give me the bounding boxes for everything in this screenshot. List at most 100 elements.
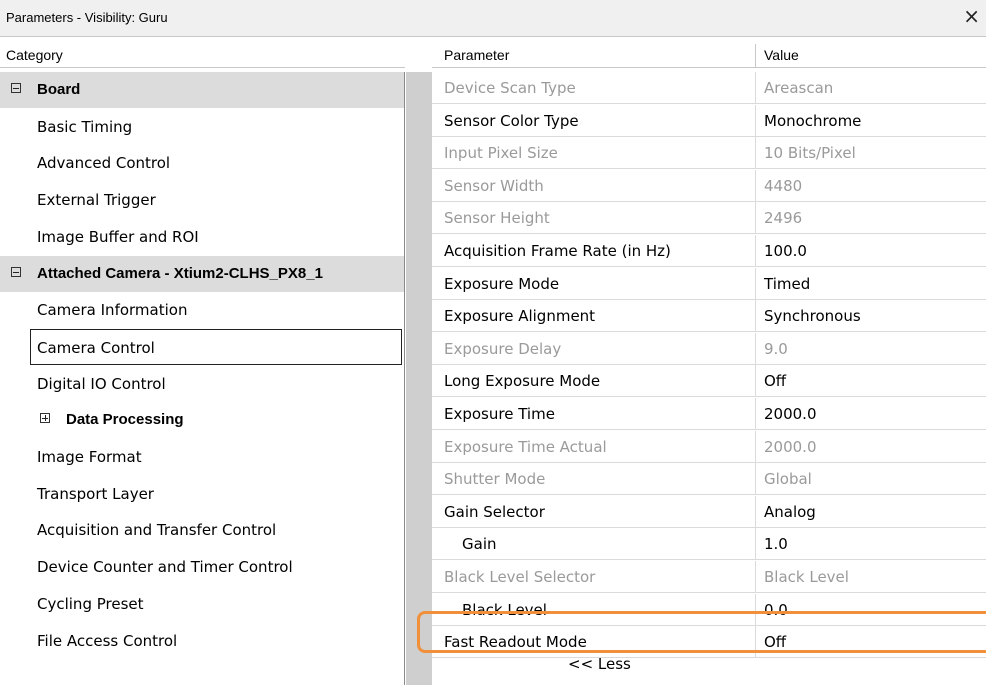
parameter-row[interactable]: Black Level Selector Black Level [432, 561, 986, 593]
parameter-row[interactable]: Exposure Time Actual 2000.0 [432, 431, 986, 463]
parameter-row[interactable]: Sensor Width 4480 [432, 170, 986, 202]
category-item[interactable]: Basic Timing [0, 109, 404, 145]
parameter-value[interactable]: 100.0 [764, 242, 807, 260]
parameter-value[interactable]: Synchronous [764, 307, 861, 325]
parameter-value: 4480 [764, 177, 803, 195]
collapse-minus-icon[interactable] [11, 267, 21, 277]
parameter-row[interactable]: Sensor Height 2496 [432, 202, 986, 234]
parameter-row[interactable]: Exposure Delay 9.0 [432, 333, 986, 365]
cell-separator [755, 268, 756, 300]
collapse-minus-icon[interactable] [11, 83, 21, 93]
category-item[interactable]: Image Buffer and ROI [0, 219, 404, 255]
category-label: Device Counter and Timer Control [37, 558, 293, 576]
category-item[interactable]: Camera Information [0, 292, 404, 328]
category-item[interactable]: External Trigger [0, 182, 404, 218]
category-label: External Trigger [37, 191, 156, 209]
parameter-value: 9.0 [764, 340, 788, 358]
category-label: Cycling Preset [37, 595, 144, 613]
category-item[interactable]: Camera Control [30, 329, 402, 365]
parameter-row[interactable]: Gain Selector Analog [432, 496, 986, 528]
parameter-name: Black Level Selector [444, 568, 596, 586]
cell-separator [755, 235, 756, 267]
cell-separator [755, 528, 756, 560]
category-item[interactable]: Cycling Preset [0, 586, 404, 622]
category-item[interactable]: Digital IO Control [0, 366, 404, 402]
cell-separator [755, 561, 756, 593]
parameter-value[interactable]: 2000.0 [764, 405, 817, 423]
parameter-name: Shutter Mode [444, 470, 546, 488]
cell-separator [755, 463, 756, 495]
category-label: Image Buffer and ROI [37, 228, 199, 246]
parameter-value[interactable]: 0.0 [764, 601, 788, 619]
parameter-name: Gain Selector [444, 503, 545, 521]
column-separator[interactable] [755, 44, 756, 68]
cell-separator [755, 333, 756, 365]
parameter-value: 10 Bits/Pixel [764, 144, 856, 162]
parameter-value: Black Level [764, 568, 849, 586]
parameter-value[interactable]: Off [764, 372, 786, 390]
parameter-row[interactable]: Acquisition Frame Rate (in Hz) 100.0 [432, 235, 986, 267]
parameter-row[interactable]: Device Scan Type Areascan [432, 72, 986, 104]
parameter-value: Global [764, 470, 812, 488]
parameter-row[interactable]: Exposure Mode Timed [432, 268, 986, 300]
parameter-value[interactable]: Monochrome [764, 112, 861, 130]
parameter-name: Exposure Mode [444, 275, 560, 293]
category-header-label: Category [6, 47, 63, 63]
category-item[interactable]: File Access Control [0, 623, 404, 659]
parameter-value[interactable]: Timed [764, 275, 810, 293]
parameter-row[interactable]: Black Level 0.0 [432, 594, 986, 626]
parameter-row[interactable]: Long Exposure Mode Off [432, 365, 986, 397]
cell-separator [755, 137, 756, 169]
category-label: Basic Timing [37, 118, 133, 136]
parameter-name: Sensor Height [444, 209, 550, 227]
grid-gutter [406, 72, 432, 685]
category-subgroup[interactable]: Data Processing [0, 402, 404, 438]
category-item[interactable]: Acquisition and Transfer Control [0, 512, 404, 548]
parameter-value[interactable]: Analog [764, 503, 816, 521]
parameter-name: Black Level [462, 601, 547, 619]
less-button[interactable]: << Less [568, 655, 631, 673]
category-item[interactable]: Image Format [0, 439, 404, 475]
close-icon[interactable]: × [963, 6, 980, 26]
expand-plus-icon[interactable] [40, 413, 50, 423]
parameter-row[interactable]: Sensor Color Type Monochrome [432, 105, 986, 137]
parameter-grid-header: Parameter Value [432, 44, 986, 68]
cell-separator [755, 72, 756, 104]
category-column-header[interactable]: Category [0, 44, 405, 68]
parameter-name: Input Pixel Size [444, 144, 558, 162]
category-group[interactable]: Attached Camera - Xtium2-CLHS_PX8_1 [0, 256, 404, 292]
category-item[interactable]: Device Counter and Timer Control [0, 549, 404, 585]
parameter-row[interactable]: Input Pixel Size 10 Bits/Pixel [432, 137, 986, 169]
cell-separator [755, 170, 756, 202]
parameter-name: Exposure Delay [444, 340, 562, 358]
parameter-value[interactable]: 1.0 [764, 535, 788, 553]
category-label: Attached Camera - Xtium2-CLHS_PX8_1 [37, 265, 323, 282]
cell-separator [755, 496, 756, 528]
category-label: Advanced Control [37, 154, 171, 172]
category-tree: Board Basic Timing Advanced Control Externa… [0, 72, 405, 685]
category-group[interactable]: Board [0, 72, 404, 108]
value-column-header[interactable]: Value [764, 47, 799, 63]
parameter-name: Sensor Width [444, 177, 544, 195]
cell-separator [755, 105, 756, 137]
category-item[interactable]: Transport Layer [0, 476, 404, 512]
parameter-value[interactable]: Off [764, 633, 786, 651]
category-item[interactable]: Advanced Control [0, 145, 404, 181]
category-label: Transport Layer [37, 485, 154, 503]
parameter-name: Long Exposure Mode [444, 372, 601, 390]
category-label: Camera Control [37, 339, 155, 357]
parameter-name: Sensor Color Type [444, 112, 579, 130]
cell-separator [755, 431, 756, 463]
parameter-name: Exposure Time Actual [444, 438, 607, 456]
cell-separator [755, 594, 756, 626]
cell-separator [755, 398, 756, 430]
parameter-row[interactable]: Exposure Time 2000.0 [432, 398, 986, 430]
parameter-column-header[interactable]: Parameter [444, 47, 509, 63]
parameter-row[interactable]: Exposure Alignment Synchronous [432, 300, 986, 332]
parameter-row[interactable]: Gain 1.0 [432, 528, 986, 560]
parameter-row[interactable]: Fast Readout Mode Off [432, 626, 986, 658]
window-title: Parameters - Visibility: Guru [6, 10, 168, 25]
category-label: Image Format [37, 448, 142, 466]
parameter-name: Acquisition Frame Rate (in Hz) [444, 242, 671, 260]
parameter-row[interactable]: Shutter Mode Global [432, 463, 986, 495]
